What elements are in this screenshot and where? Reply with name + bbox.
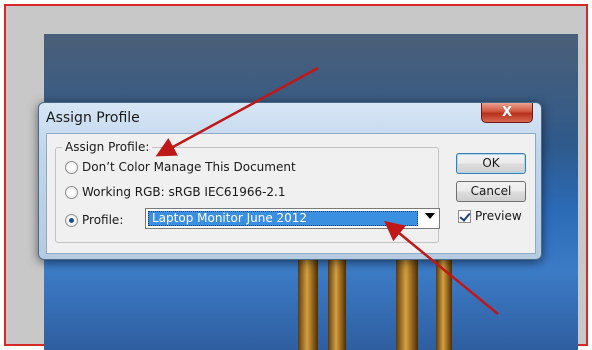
profile-dropdown[interactable]: Laptop Monitor June 2012	[145, 208, 440, 229]
radio-profile[interactable]	[65, 213, 78, 227]
preview-label: Preview	[475, 209, 522, 223]
radio-working-rgb[interactable]	[65, 185, 78, 199]
close-button[interactable]: X	[481, 103, 533, 123]
dialog-title: Assign Profile	[46, 110, 140, 126]
group-label: Assign Profile:	[62, 140, 153, 154]
profile-dropdown-value: Laptop Monitor June 2012	[148, 211, 418, 226]
chevron-down-icon[interactable]	[425, 213, 435, 219]
ok-button[interactable]: OK	[456, 153, 526, 174]
assign-profile-dialog: Assign Profile X Assign Profile: Don’t C…	[38, 102, 542, 260]
option-label: Working RGB: sRGB IEC61966-2.1	[82, 185, 286, 199]
close-icon: X	[501, 105, 513, 120]
option-dont-color-manage[interactable]: Don’t Color Manage This Document	[65, 158, 296, 176]
dialog-title-bar[interactable]: Assign Profile X	[39, 103, 541, 133]
preview-checkbox-row[interactable]: Preview	[458, 209, 522, 223]
assign-profile-group: Assign Profile: Don’t Color Manage This …	[55, 140, 440, 243]
dialog-client-area: Assign Profile: Don’t Color Manage This …	[46, 133, 536, 254]
check-icon	[459, 209, 471, 222]
radio-dont-color-manage[interactable]	[65, 160, 78, 174]
option-profile[interactable]: Profile: Laptop Monitor June 2012	[65, 208, 445, 229]
option-working-rgb[interactable]: Working RGB: sRGB IEC61966-2.1	[65, 183, 286, 201]
cancel-button[interactable]: Cancel	[456, 181, 526, 202]
option-label: Don’t Color Manage This Document	[82, 160, 296, 174]
option-label: Profile:	[82, 213, 124, 227]
preview-checkbox[interactable]	[458, 209, 471, 223]
